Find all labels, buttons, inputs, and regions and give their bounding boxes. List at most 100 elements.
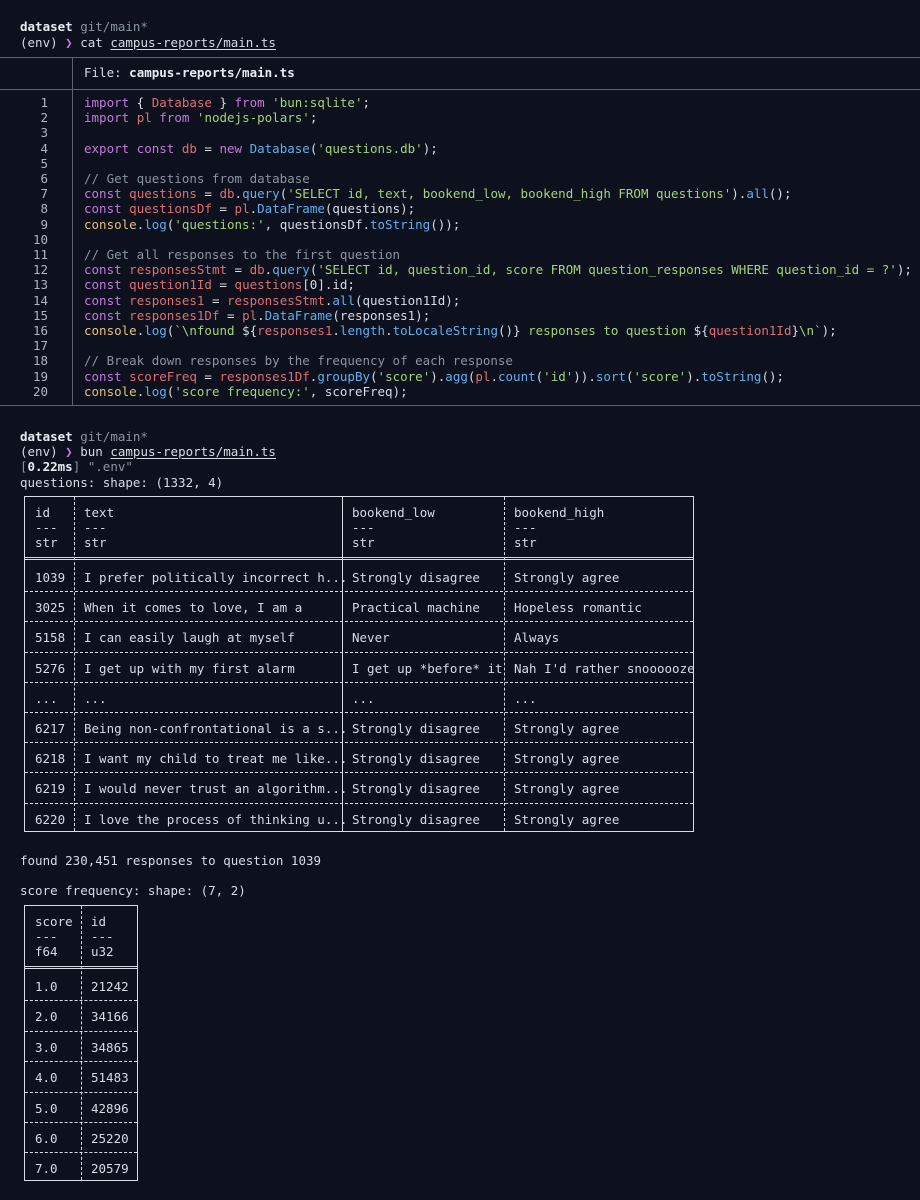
command-name: cat (80, 35, 103, 50)
code-token: agg (445, 368, 468, 384)
code-token: ). (731, 186, 747, 202)
code-token: responses1 (129, 292, 205, 308)
table-cell: 34166 (91, 1009, 129, 1025)
code-token: responses1Df (129, 307, 220, 323)
code-token: ); (896, 262, 912, 278)
timing-ms: 0.22ms (27, 459, 73, 474)
table-cell: ... (352, 690, 375, 706)
code-token: log (144, 216, 167, 232)
code-token: ( (370, 368, 378, 384)
code-token: [0].id; (302, 277, 355, 293)
table-cell: 1.0 (35, 979, 58, 994)
table-cell: ... (84, 690, 107, 706)
code-token: sort (595, 368, 626, 384)
code-token: const (84, 201, 122, 217)
table-cell: 5158 (35, 630, 66, 646)
code-token: 'id' (543, 368, 574, 384)
code-token: , questionsDf. (264, 216, 370, 232)
code-token: query (242, 186, 280, 202)
code-token: 'SELECT id, question_id, score FROM ques… (317, 262, 897, 278)
code-token: ). (430, 368, 446, 384)
row-divider (25, 621, 693, 623)
code-token: all (332, 292, 355, 308)
score-shape-label: score frequency: shape: (7, 2) (20, 883, 246, 898)
code-line: const responsesStmt = db.query('SELECT i… (84, 262, 912, 277)
table-cell: 42896 (91, 1100, 129, 1116)
table-cell: 4.0 (35, 1070, 58, 1086)
questions-shape-label: questions: shape: (1332, 4) (20, 475, 224, 490)
code-token: responsesStmt (227, 292, 325, 308)
table-cell: 20579 (91, 1161, 129, 1177)
code-token: ()); (430, 216, 461, 232)
code-token: toString (370, 216, 431, 232)
code-token: DataFrame (264, 307, 333, 323)
table-cell: Hopeless romantic (514, 600, 642, 616)
row-divider (25, 591, 693, 593)
column-header-sep: --- (352, 520, 375, 535)
timing-line: [0.22ms] ".env" (20, 459, 133, 474)
code-token: const (84, 277, 122, 293)
code-token: 'SELECT id, text, bookend_low, bookend_h… (287, 186, 732, 202)
code-token: log (144, 383, 167, 399)
code-token: const (84, 186, 122, 202)
code-line: const question1Id = questions[0].id; (84, 277, 355, 292)
column-header-sep: --- (35, 929, 58, 944)
line-number: 9 (40, 216, 48, 232)
table-cell: 5276 (35, 660, 66, 676)
file-label: File: (84, 65, 122, 80)
line-number-gutter (72, 89, 73, 405)
code-token: db (181, 140, 197, 156)
code-token: Database (151, 95, 212, 110)
column-header-dtype: f64 (35, 944, 58, 959)
code-token: (responses1); (332, 307, 431, 323)
code-token: ). (686, 368, 702, 384)
table-cell: I can easily laugh at myself (84, 630, 295, 646)
code-token: 'questions:' (174, 216, 265, 232)
column-header-sep: --- (91, 929, 114, 944)
table-cell: ... (514, 690, 537, 706)
table-cell: Strongly disagree (352, 751, 480, 767)
code-token: . (234, 186, 243, 202)
column-header-dtype: str (35, 535, 58, 550)
line-number: 16 (32, 323, 48, 338)
header-divider (25, 557, 693, 560)
line-number: 5 (40, 155, 48, 171)
prompt-line-1: dataset git/main* (20, 19, 148, 34)
column-divider (342, 497, 343, 831)
line-number: 12 (32, 262, 48, 278)
code-line: const questions = db.query('SELECT id, t… (84, 186, 791, 201)
code-token: , scoreFreq); (309, 383, 408, 399)
table-cell: Strongly agree (514, 721, 620, 736)
table-cell: Strongly agree (514, 570, 620, 585)
table-cell: 2.0 (35, 1009, 58, 1025)
code-token: responses to question (520, 323, 694, 338)
command-line-1: (env) ❯ cat campus-reports/main.ts (20, 35, 276, 50)
column-divider (81, 906, 82, 1180)
code-token: new (219, 140, 243, 156)
line-number: 18 (32, 353, 48, 369)
code-token: // Get all responses to the first questi… (84, 247, 401, 262)
code-token: toLocaleString (392, 323, 498, 338)
file-viewer-bottom-rule (0, 405, 920, 406)
table-cell: Practical machine (352, 600, 480, 616)
code-token: responsesStmt (129, 262, 228, 278)
command-arg: campus-reports/main.ts (110, 444, 276, 459)
table-cell: ... (35, 690, 58, 706)
command-arg: campus-reports/main.ts (110, 35, 276, 50)
code-token: log (144, 323, 167, 338)
column-header-name: bookend_low (352, 505, 435, 520)
table-cell: 6220 (35, 811, 66, 827)
code-line: export const db = new Database('question… (84, 141, 438, 156)
questions-table: id --- str text --- str bookend_low --- str booke… (24, 496, 695, 832)
table-cell: I prefer politically incorrect h... (84, 570, 348, 585)
code-token: Database (249, 140, 310, 156)
code-token: 'score' (377, 368, 431, 384)
column-header-sep: --- (84, 520, 107, 535)
code-token: \n` (799, 323, 822, 338)
file-header-gutter (72, 57, 73, 89)
line-number: 10 (32, 231, 48, 247)
line-number: 13 (32, 277, 48, 293)
table-cell: I get up with my first alarm (84, 660, 295, 676)
code-token: = (227, 262, 250, 278)
